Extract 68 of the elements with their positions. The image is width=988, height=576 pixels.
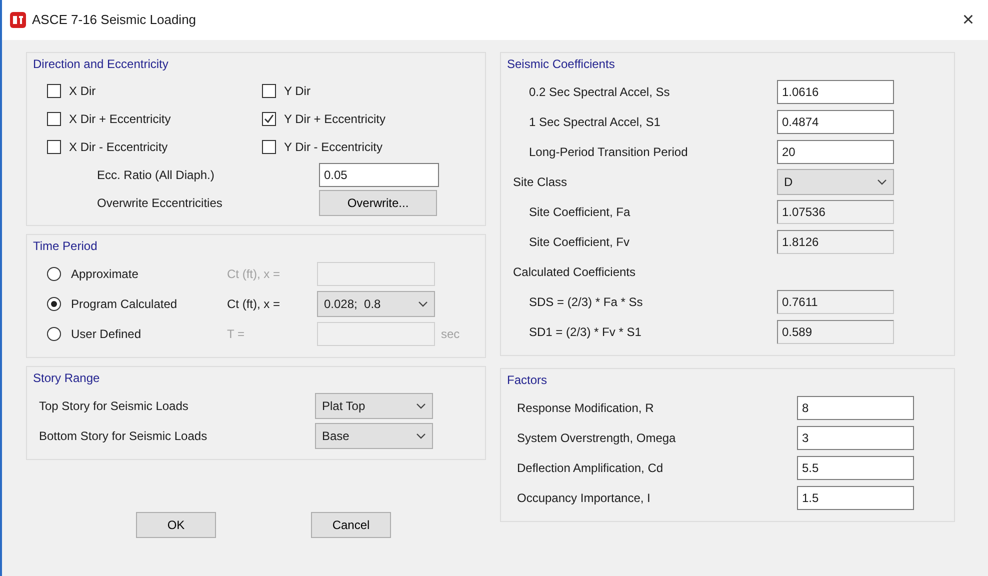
section-label: Calculated Coefficients bbox=[513, 264, 637, 281]
app-logo-icon bbox=[10, 12, 26, 28]
field-label: Site Coefficient, Fv bbox=[529, 234, 630, 251]
field-label: SD1 = (2/3) * Fv * S1 bbox=[529, 324, 642, 341]
field-label: Overwrite Eccentricities bbox=[97, 195, 224, 212]
field-label: SDS = (2/3) * Fa * Ss bbox=[529, 294, 644, 311]
radio-label: Program Calculated bbox=[71, 296, 178, 313]
field-label: Site Class bbox=[513, 174, 568, 191]
input-field[interactable]: 0.4874 bbox=[777, 110, 894, 134]
checkbox-label: X Dir + Eccentricity bbox=[69, 111, 171, 128]
checkbox-label: Y Dir - Eccentricity bbox=[284, 139, 382, 156]
chevron-down-icon bbox=[418, 301, 428, 307]
checkbox-label: X Dir - Eccentricity bbox=[69, 139, 168, 156]
chevron-down-icon bbox=[416, 433, 426, 439]
field-label: Response Modification, R bbox=[517, 400, 655, 417]
window-title: ASCE 7-16 Seismic Loading bbox=[32, 11, 196, 30]
field-label: Ct (ft), x = bbox=[227, 296, 282, 313]
group-title: Story Range bbox=[33, 370, 101, 387]
input-field[interactable]: 0.05 bbox=[319, 163, 439, 187]
readonly-field[interactable]: 1.07536 bbox=[777, 200, 894, 224]
close-button[interactable]: × bbox=[956, 5, 980, 35]
input-field[interactable]: 1.5 bbox=[797, 486, 914, 510]
readonly-field[interactable]: 0.7611 bbox=[777, 290, 894, 314]
ok-button[interactable]: OK bbox=[136, 512, 216, 538]
checkbox[interactable] bbox=[47, 112, 61, 126]
radio-button[interactable] bbox=[47, 297, 61, 311]
overwrite-button[interactable]: Overwrite... bbox=[319, 190, 437, 216]
input-field[interactable]: 20 bbox=[777, 140, 894, 164]
cancel-button[interactable]: Cancel bbox=[311, 512, 391, 538]
field-label: 0.2 Sec Spectral Accel, Ss bbox=[529, 84, 671, 101]
field-label: Top Story for Seismic Loads bbox=[39, 398, 190, 415]
unit-label: sec bbox=[441, 326, 460, 343]
dropdown[interactable]: D bbox=[777, 169, 894, 195]
field-label: Long-Period Transition Period bbox=[529, 144, 689, 161]
field-label: System Overstrength, Omega bbox=[517, 430, 677, 447]
field-label: Bottom Story for Seismic Loads bbox=[39, 428, 208, 445]
dropdown[interactable]: 0.028; 0.8 bbox=[317, 291, 435, 317]
field-label: Site Coefficient, Fa bbox=[529, 204, 632, 221]
field-label: Occupancy Importance, I bbox=[517, 490, 652, 507]
checkbox[interactable] bbox=[262, 84, 276, 98]
checkbox[interactable] bbox=[47, 84, 61, 98]
input-field[interactable]: 1.0616 bbox=[777, 80, 894, 104]
group-title: Direction and Eccentricity bbox=[33, 56, 170, 73]
group-title: Time Period bbox=[33, 238, 98, 255]
field-label: T = bbox=[227, 326, 246, 343]
input-field[interactable]: 5.5 bbox=[797, 456, 914, 480]
field-label: 1 Sec Spectral Accel, S1 bbox=[529, 114, 662, 131]
checkbox-label: Y Dir bbox=[284, 83, 310, 100]
radio-label: User Defined bbox=[71, 326, 142, 343]
field-label: Deflection Amplification, Cd bbox=[517, 460, 664, 477]
chevron-down-icon bbox=[416, 403, 426, 409]
input-field[interactable]: 3 bbox=[797, 426, 914, 450]
checkbox-label: Y Dir + Eccentricity bbox=[284, 111, 386, 128]
checkbox[interactable] bbox=[47, 140, 61, 154]
checkbox-label: X Dir bbox=[69, 83, 96, 100]
input-field[interactable]: 8 bbox=[797, 396, 914, 420]
checkbox[interactable] bbox=[262, 140, 276, 154]
dropdown[interactable]: Base bbox=[315, 423, 433, 449]
field-label: Ct (ft), x = bbox=[227, 266, 282, 283]
field-label: Ecc. Ratio (All Diaph.) bbox=[97, 167, 216, 184]
dropdown[interactable]: Plat Top bbox=[315, 393, 433, 419]
chevron-down-icon bbox=[877, 179, 887, 185]
readonly-field[interactable]: 1.8126 bbox=[777, 230, 894, 254]
readonly-field[interactable]: 0.589 bbox=[777, 320, 894, 344]
group-title: Seismic Coefficients bbox=[507, 56, 616, 73]
checkbox[interactable] bbox=[262, 112, 276, 126]
group-title: Factors bbox=[507, 372, 548, 389]
radio-label: Approximate bbox=[71, 266, 138, 283]
